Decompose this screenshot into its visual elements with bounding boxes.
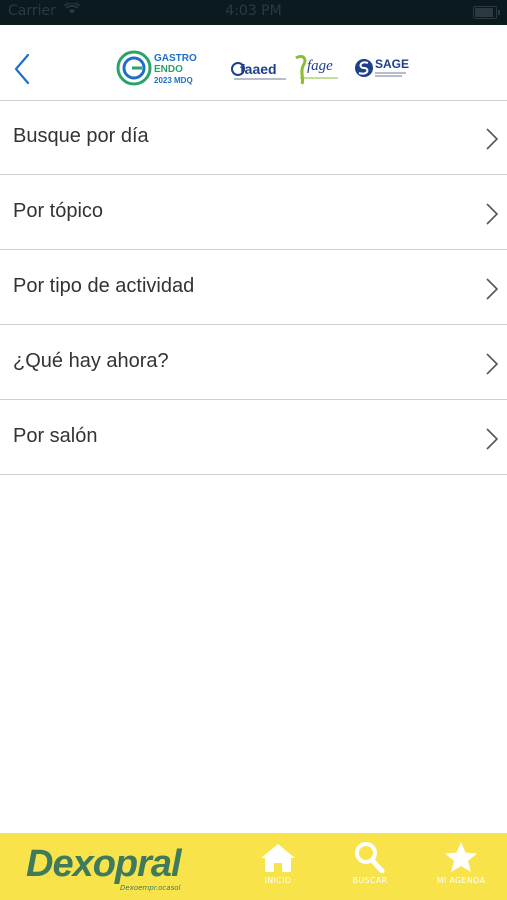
chevron-right-icon <box>486 278 499 300</box>
chevron-right-icon <box>486 428 499 450</box>
gastro-endo-logo: GASTRO ENDO 2023 MDQ <box>116 50 197 86</box>
menu-item-label: Busque por día <box>13 125 149 147</box>
home-icon <box>261 844 295 872</box>
menu-item-label: ¿Qué hay ahora? <box>13 350 169 372</box>
chevron-right-icon <box>486 203 499 225</box>
back-button[interactable] <box>8 49 42 89</box>
svg-text:SAGE: SAGE <box>375 57 409 71</box>
svg-text:ENDO: ENDO <box>154 64 183 75</box>
tab-inicio[interactable]: INICIO <box>238 837 318 897</box>
fage-logo: fage <box>295 54 338 85</box>
search-icon <box>355 842 385 873</box>
menu-item-label: Por tipo de actividad <box>13 275 195 297</box>
svg-text:fage: fage <box>307 58 333 74</box>
faaed-logo: faaed <box>231 61 286 80</box>
menu-item-por-dia[interactable]: Busque por día <box>0 100 507 175</box>
brand-subtitle: Dexoempr.ocasol <box>120 884 181 892</box>
svg-text:GASTRO: GASTRO <box>154 53 197 64</box>
status-bar: Carrier 4:03 PM <box>0 0 507 25</box>
tab-mi-agenda[interactable]: MI AGENDA <box>421 837 501 897</box>
brand-logo: Dexopral <box>26 843 182 885</box>
menu-item-label: Por salón <box>13 425 98 447</box>
battery-icon <box>473 6 500 19</box>
tab-label: INICIO <box>264 876 292 885</box>
tab-label: BUSCAR <box>352 876 388 885</box>
menu-item-por-salon[interactable]: Por salón <box>0 400 507 475</box>
search-options-list: Busque por día Por tópico Por tipo de ac… <box>0 100 507 475</box>
chevron-right-icon <box>486 128 499 150</box>
svg-text:faaed: faaed <box>240 61 277 77</box>
menu-item-por-topico[interactable]: Por tópico <box>0 175 507 250</box>
tab-label: MI AGENDA <box>436 876 486 885</box>
svg-text:2023 MDQ: 2023 MDQ <box>154 76 193 85</box>
navigation-header: GASTRO ENDO 2023 MDQ faaed fage SAGE <box>0 25 507 101</box>
bottom-tab-bar: Dexopral Dexoempr.ocasol INICIO BUSCAR M… <box>0 833 507 900</box>
star-icon <box>445 842 477 872</box>
sage-logo: SAGE <box>355 57 409 77</box>
chevron-right-icon <box>486 353 499 375</box>
sponsor-logos: GASTRO ENDO 2023 MDQ faaed fage SAGE <box>116 50 409 86</box>
menu-item-label: Por tópico <box>13 200 104 222</box>
clock: 4:03 PM <box>225 3 282 19</box>
tab-buscar[interactable]: BUSCAR <box>330 837 410 897</box>
chevron-left-icon <box>14 53 30 85</box>
menu-item-por-tipo-actividad[interactable]: Por tipo de actividad <box>0 250 507 325</box>
menu-item-que-hay-ahora[interactable]: ¿Qué hay ahora? <box>0 325 507 400</box>
